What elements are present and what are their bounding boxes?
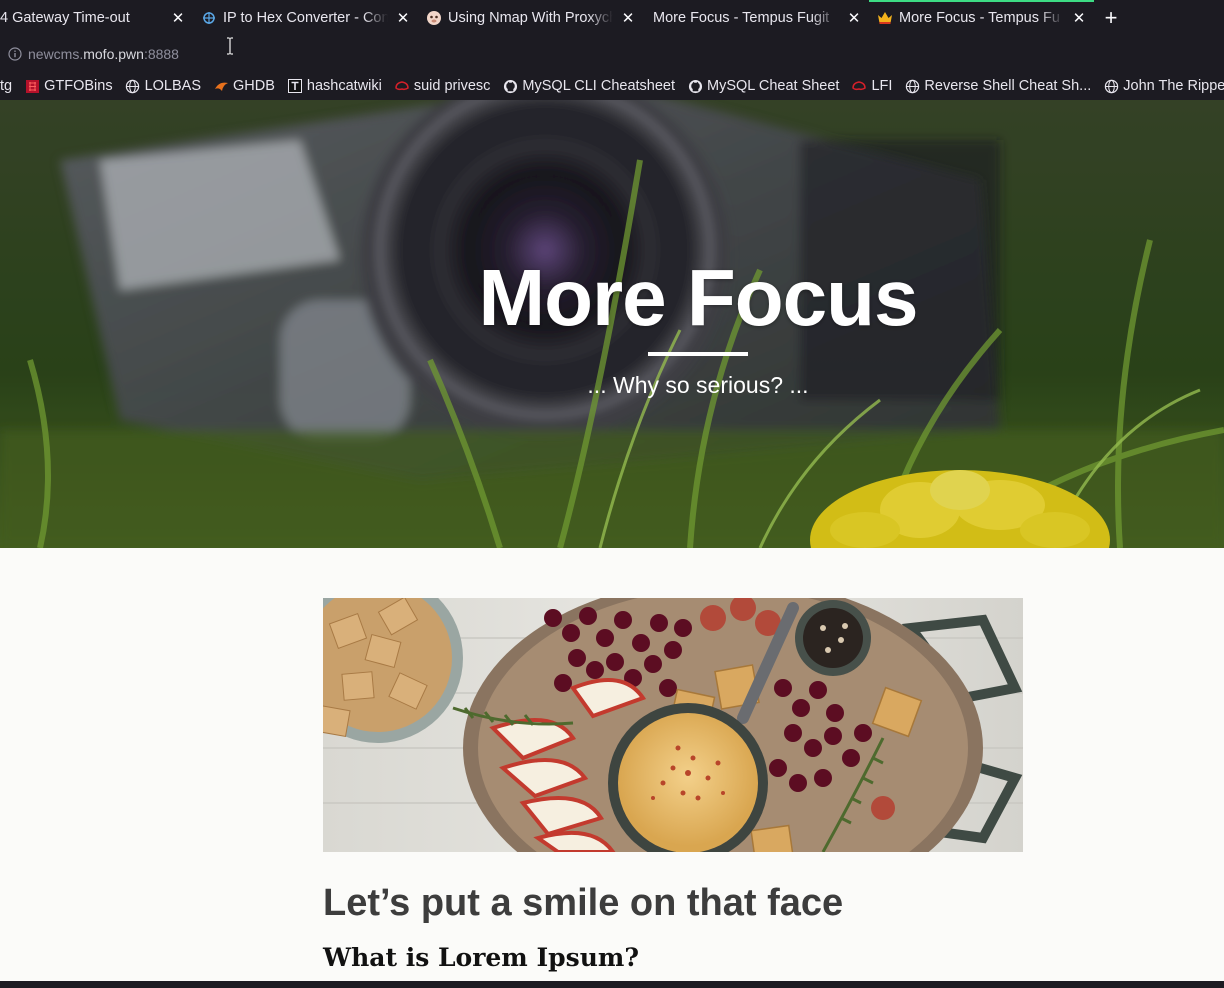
github-icon <box>687 78 703 94</box>
bookmark-label: LOLBAS <box>144 78 201 94</box>
plus-icon: + <box>1104 5 1118 30</box>
github-icon <box>502 78 518 94</box>
bookmark-label: tg <box>0 78 13 94</box>
text-cursor-icon <box>227 37 233 55</box>
redhat-icon <box>394 78 410 94</box>
crown-icon <box>877 10 893 26</box>
bookmark-label: GTFOBins <box>44 78 113 94</box>
monkey-icon <box>426 10 442 26</box>
tab-more-focus[interactable]: More Focus - Tempus Fugit ✕ <box>643 0 869 36</box>
info-icon[interactable] <box>4 43 26 65</box>
tab-title: More Focus - Tempus Fugit <box>653 10 830 26</box>
address-bar[interactable]: newcms.mofo.pwn:8888 <box>0 36 1224 72</box>
bookmark-mysql-cli-cheatsheet[interactable]: MySQL CLI Cheatsheet <box>502 78 675 94</box>
bookmark-john-the-ripper[interactable]: John The Rippe <box>1103 78 1224 94</box>
site-title: More Focus <box>478 253 919 342</box>
post-subheading: What is Lorem Ipsum? <box>323 943 639 972</box>
close-icon[interactable]: ✕ <box>169 9 187 27</box>
post-article: Let’s put a smile on that face What is L… <box>323 598 1023 972</box>
hero-banner: More Focus ... Why so serious? ... <box>0 100 1224 548</box>
bookmark-hashcatwiki[interactable]: hashcatwiki <box>287 78 382 94</box>
tab-nmap-proxychains[interactable]: Using Nmap With Proxych ✕ <box>418 0 643 36</box>
bookmark-mysql-cheat-sheet[interactable]: MySQL Cheat Sheet <box>687 78 839 94</box>
url-host: mofo.pwn <box>83 46 144 62</box>
bookmark-gtfobins[interactable]: GTFOBins <box>24 78 113 94</box>
hashcat-icon <box>287 78 303 94</box>
bookmark-ghdb[interactable]: GHDB <box>213 78 275 94</box>
bookmark-label: hashcatwiki <box>306 78 382 94</box>
bookmark-reverse-shell[interactable]: Reverse Shell Cheat Sh... <box>904 78 1091 94</box>
redhat-icon <box>851 78 867 94</box>
close-icon[interactable]: ✕ <box>394 9 412 27</box>
close-icon[interactable]: ✕ <box>845 9 863 27</box>
bookmark-label: Reverse Shell Cheat Sh... <box>924 78 1092 94</box>
close-icon[interactable]: ✕ <box>1070 9 1088 27</box>
close-icon[interactable]: ✕ <box>619 9 637 27</box>
window-bottom-edge <box>0 981 1224 988</box>
tab-title: IP to Hex Converter - Con <box>223 10 388 26</box>
ghdb-icon <box>213 78 229 94</box>
url-text[interactable]: newcms.mofo.pwn:8888 <box>28 46 179 62</box>
globe-icon <box>125 78 141 94</box>
tab-more-focus-active[interactable]: More Focus - Tempus Fu ✕ <box>869 0 1094 36</box>
url-prefix: newcms. <box>28 46 84 62</box>
tab-title: More Focus - Tempus Fu <box>899 10 1060 26</box>
bookmarks-toolbar: tg GTFOBins LOLBAS GHDB hashcatwiki suid… <box>0 72 1224 100</box>
gtfobins-icon <box>24 78 40 94</box>
bookmark-label: MySQL CLI Cheatsheet <box>522 78 676 94</box>
bookmark-suid-privesc[interactable]: suid privesc <box>394 78 491 94</box>
converter-icon <box>201 10 217 26</box>
url-port: :8888 <box>143 46 179 62</box>
tab-strip: 4 Gateway Time-out ✕ IP to Hex Converter… <box>0 0 1224 36</box>
tab-gateway-timeout[interactable]: 4 Gateway Time-out ✕ <box>0 0 193 36</box>
bookmark-lfi[interactable]: LFI <box>851 78 892 94</box>
post-featured-image[interactable] <box>323 598 1023 852</box>
tab-title: Using Nmap With Proxych <box>448 10 613 26</box>
globe-icon <box>904 78 920 94</box>
title-divider <box>648 352 748 356</box>
site-tagline: ... Why so serious? ... <box>587 372 809 398</box>
bookmark-label: suid privesc <box>413 78 491 94</box>
tab-ip-to-hex[interactable]: IP to Hex Converter - Con ✕ <box>193 0 418 36</box>
bookmark-label: John The Rippe <box>1123 78 1224 94</box>
post-title[interactable]: Let’s put a smile on that face <box>323 882 1023 925</box>
bookmark-label: LFI <box>871 78 893 94</box>
globe-icon <box>1103 78 1119 94</box>
new-tab-button[interactable]: + <box>1094 0 1128 36</box>
bookmark-label: MySQL Cheat Sheet <box>707 78 840 94</box>
bookmark-lolbas[interactable]: LOLBAS <box>125 78 201 94</box>
bookmark-tg[interactable]: tg <box>0 78 12 94</box>
bookmark-label: GHDB <box>233 78 275 94</box>
tab-title: 4 Gateway Time-out <box>0 10 130 26</box>
